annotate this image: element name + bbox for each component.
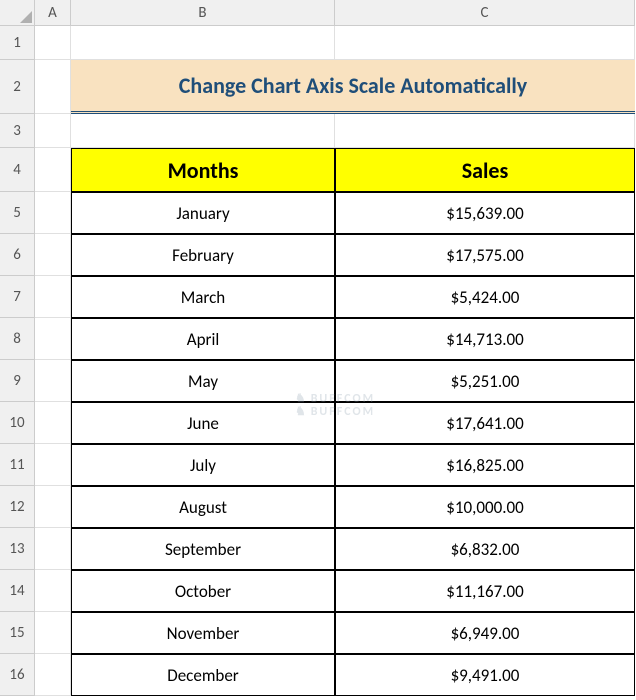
cell-B1[interactable] bbox=[71, 26, 335, 60]
table-cell-sales[interactable]: $16,825.00 bbox=[335, 444, 635, 486]
cell-A7[interactable] bbox=[35, 276, 71, 318]
table-cell-sales[interactable]: $5,251.00 bbox=[335, 360, 635, 402]
table-cell-sales[interactable]: $17,641.00 bbox=[335, 402, 635, 444]
cell-A14[interactable] bbox=[35, 570, 71, 612]
row-header-3[interactable]: 3 bbox=[0, 114, 35, 148]
table-cell-month[interactable]: November bbox=[71, 612, 335, 654]
table-cell-month[interactable]: October bbox=[71, 570, 335, 612]
table-cell-month[interactable]: March bbox=[71, 276, 335, 318]
cell-A9[interactable] bbox=[35, 360, 71, 402]
cell-A4[interactable] bbox=[35, 148, 71, 192]
cell-A6[interactable] bbox=[35, 234, 71, 276]
row-header-9[interactable]: 9 bbox=[0, 360, 35, 402]
row-header-14[interactable]: 14 bbox=[0, 570, 35, 612]
column-header-C[interactable]: C bbox=[335, 0, 635, 26]
table-cell-month[interactable]: April bbox=[71, 318, 335, 360]
table-cell-month[interactable]: July bbox=[71, 444, 335, 486]
row-header-7[interactable]: 7 bbox=[0, 276, 35, 318]
row-header-13[interactable]: 13 bbox=[0, 528, 35, 570]
table-cell-month[interactable]: September bbox=[71, 528, 335, 570]
row-header-2[interactable]: 2 bbox=[0, 60, 35, 114]
column-header-B[interactable]: B bbox=[71, 0, 335, 26]
column-headers: ABC bbox=[35, 0, 635, 26]
table-cell-month[interactable]: December bbox=[71, 654, 335, 696]
select-all-triangle-icon bbox=[20, 11, 32, 23]
table-cell-month[interactable]: May bbox=[71, 360, 335, 402]
cell-A16[interactable] bbox=[35, 654, 71, 696]
table-cell-sales[interactable]: $10,000.00 bbox=[335, 486, 635, 528]
row-header-4[interactable]: 4 bbox=[0, 148, 35, 192]
table-cell-month[interactable]: August bbox=[71, 486, 335, 528]
select-all-corner[interactable] bbox=[0, 0, 35, 26]
table-cell-month[interactable]: June bbox=[71, 402, 335, 444]
row-header-12[interactable]: 12 bbox=[0, 486, 35, 528]
table-cell-sales[interactable]: $14,713.00 bbox=[335, 318, 635, 360]
row-header-11[interactable]: 11 bbox=[0, 444, 35, 486]
cell-B3[interactable] bbox=[71, 114, 335, 148]
table-cell-sales[interactable]: $6,832.00 bbox=[335, 528, 635, 570]
cell-A11[interactable] bbox=[35, 444, 71, 486]
table-cell-sales[interactable]: $9,491.00 bbox=[335, 654, 635, 696]
spreadsheet-grid[interactable]: ABC 12345678910111213141516 Change Chart… bbox=[0, 0, 636, 700]
cell-A1[interactable] bbox=[35, 26, 71, 60]
table-cell-sales[interactable]: $6,949.00 bbox=[335, 612, 635, 654]
row-header-10[interactable]: 10 bbox=[0, 402, 35, 444]
row-header-5[interactable]: 5 bbox=[0, 192, 35, 234]
row-headers: 12345678910111213141516 bbox=[0, 26, 35, 696]
cell-A10[interactable] bbox=[35, 402, 71, 444]
row-header-15[interactable]: 15 bbox=[0, 612, 35, 654]
table-cell-sales[interactable]: $17,575.00 bbox=[335, 234, 635, 276]
table-cell-sales[interactable]: $5,424.00 bbox=[335, 276, 635, 318]
table-cell-month[interactable]: January bbox=[71, 192, 335, 234]
cell-grid: Change Chart Axis Scale Automatically Mon… bbox=[35, 26, 635, 696]
column-header-A[interactable]: A bbox=[35, 0, 71, 26]
row-header-8[interactable]: 8 bbox=[0, 318, 35, 360]
table-cell-month[interactable]: February bbox=[71, 234, 335, 276]
table-header-months[interactable]: Months bbox=[71, 148, 335, 192]
table-cell-sales[interactable]: $11,167.00 bbox=[335, 570, 635, 612]
cell-A12[interactable] bbox=[35, 486, 71, 528]
cell-A5[interactable] bbox=[35, 192, 71, 234]
row-header-6[interactable]: 6 bbox=[0, 234, 35, 276]
cell-C1[interactable] bbox=[335, 26, 635, 60]
table-cell-sales[interactable]: $15,639.00 bbox=[335, 192, 635, 234]
row-header-1[interactable]: 1 bbox=[0, 26, 35, 60]
row-header-16[interactable]: 16 bbox=[0, 654, 35, 696]
cell-A13[interactable] bbox=[35, 528, 71, 570]
cell-A2[interactable] bbox=[35, 60, 71, 114]
cell-A8[interactable] bbox=[35, 318, 71, 360]
cell-C3[interactable] bbox=[335, 114, 635, 148]
cell-A3[interactable] bbox=[35, 114, 71, 148]
cell-A15[interactable] bbox=[35, 612, 71, 654]
table-header-sales[interactable]: Sales bbox=[335, 148, 635, 192]
title-cell[interactable]: Change Chart Axis Scale Automatically bbox=[71, 60, 635, 114]
